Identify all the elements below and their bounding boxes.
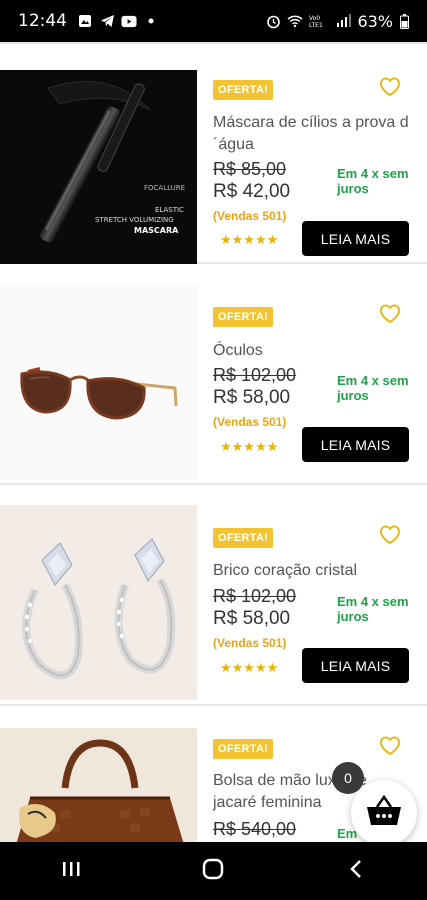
new-price: R$ 58,00 [213, 387, 291, 408]
product-image-earrings[interactable] [0, 505, 197, 700]
basket-icon [365, 794, 403, 832]
sales-count: (Vendas 501) [213, 415, 287, 429]
home-button[interactable] [193, 851, 233, 891]
rating-stars: ★★★★★ [220, 439, 279, 454]
recents-icon [61, 860, 81, 883]
signal-icon [335, 13, 351, 29]
product-list[interactable]: FOCALLURE ELASTIC STRETCH VOLUMIZING MAS… [0, 42, 427, 842]
image-text-line3: MASCARA [134, 226, 179, 235]
installments-text: Em 4 x sem juros [337, 594, 409, 624]
offer-badge: OFERTA! [213, 307, 274, 327]
alarm-icon [265, 13, 281, 29]
gallery-icon [77, 13, 93, 29]
new-price: R$ 58,00 [213, 608, 291, 629]
product-image-mascara[interactable]: FOCALLURE ELASTIC STRETCH VOLUMIZING MAS… [0, 70, 197, 264]
product-image-sunglasses[interactable] [0, 284, 197, 480]
product-card[interactable]: FOCALLURE ELASTIC STRETCH VOLUMIZING MAS… [0, 42, 427, 264]
svg-text:LTE1: LTE1 [309, 22, 323, 28]
image-text-line1: ELASTIC [155, 206, 184, 214]
status-time: 12:44 [18, 11, 67, 31]
back-chevron-icon [349, 859, 363, 884]
cart-count-badge: 0 [332, 762, 364, 794]
sales-count: (Vendas 501) [213, 209, 287, 223]
sales-count: (Vendas 501) [213, 636, 287, 650]
system-icons: Vo0 LTE1 63% [265, 12, 409, 31]
new-price: R$ 42,00 [213, 181, 291, 202]
old-price: R$ 85,00 [213, 159, 287, 179]
cart-button[interactable] [351, 780, 417, 846]
installments-text: Em 4 x sem juros [337, 373, 409, 403]
product-name[interactable]: Óculos [213, 340, 413, 362]
brand-text: FOCALLURE [144, 184, 185, 192]
old-price: R$ 102,00 [213, 586, 297, 606]
product-image-handbag[interactable] [0, 728, 197, 842]
favorite-heart-icon[interactable] [379, 525, 401, 545]
rating-stars: ★★★★★ [220, 232, 279, 247]
home-icon [202, 858, 224, 885]
read-more-button[interactable]: LEIA MAIS [302, 648, 409, 683]
favorite-heart-icon[interactable] [379, 304, 401, 324]
product-name[interactable]: Máscara de cílios a prova d´água [213, 112, 413, 156]
dot-icon [143, 13, 159, 29]
telegram-icon [99, 13, 115, 29]
product-card[interactable]: OFERTA! Óculos R$ 102,00 R$ 58,00 (Venda… [0, 264, 427, 485]
product-name[interactable]: Brico coração cristal [213, 560, 413, 582]
back-button[interactable] [336, 851, 376, 891]
battery-percent: 63% [357, 11, 393, 31]
read-more-button[interactable]: LEIA MAIS [302, 221, 409, 256]
svg-text:Vo0: Vo0 [309, 15, 320, 22]
volte-icon: Vo0 LTE1 [309, 13, 329, 29]
status-bar: 12:44 Vo0 LTE1 63% [0, 0, 427, 42]
rating-stars: ★★★★★ [220, 660, 279, 675]
offer-badge: OFERTA! [213, 528, 274, 548]
product-card[interactable]: OFERTA! Brico coração cristal R$ 102,00 … [0, 485, 427, 706]
favorite-heart-icon[interactable] [379, 736, 401, 756]
wifi-icon [287, 13, 304, 29]
battery-icon [399, 13, 409, 29]
old-price: R$ 540,00 [213, 819, 297, 839]
read-more-button[interactable]: LEIA MAIS [302, 427, 409, 462]
youtube-icon [121, 13, 137, 29]
recent-apps-button[interactable] [51, 851, 91, 891]
offer-badge: OFERTA! [213, 80, 274, 100]
installments-text: Em 4 x sem juros [337, 166, 409, 196]
favorite-heart-icon[interactable] [379, 77, 401, 97]
image-text-line2: STRETCH VOLUMIZING [95, 216, 174, 224]
old-price: R$ 102,00 [213, 365, 297, 385]
notification-icons [77, 13, 159, 29]
offer-badge: OFERTA! [213, 739, 274, 759]
navigation-bar [0, 842, 427, 900]
